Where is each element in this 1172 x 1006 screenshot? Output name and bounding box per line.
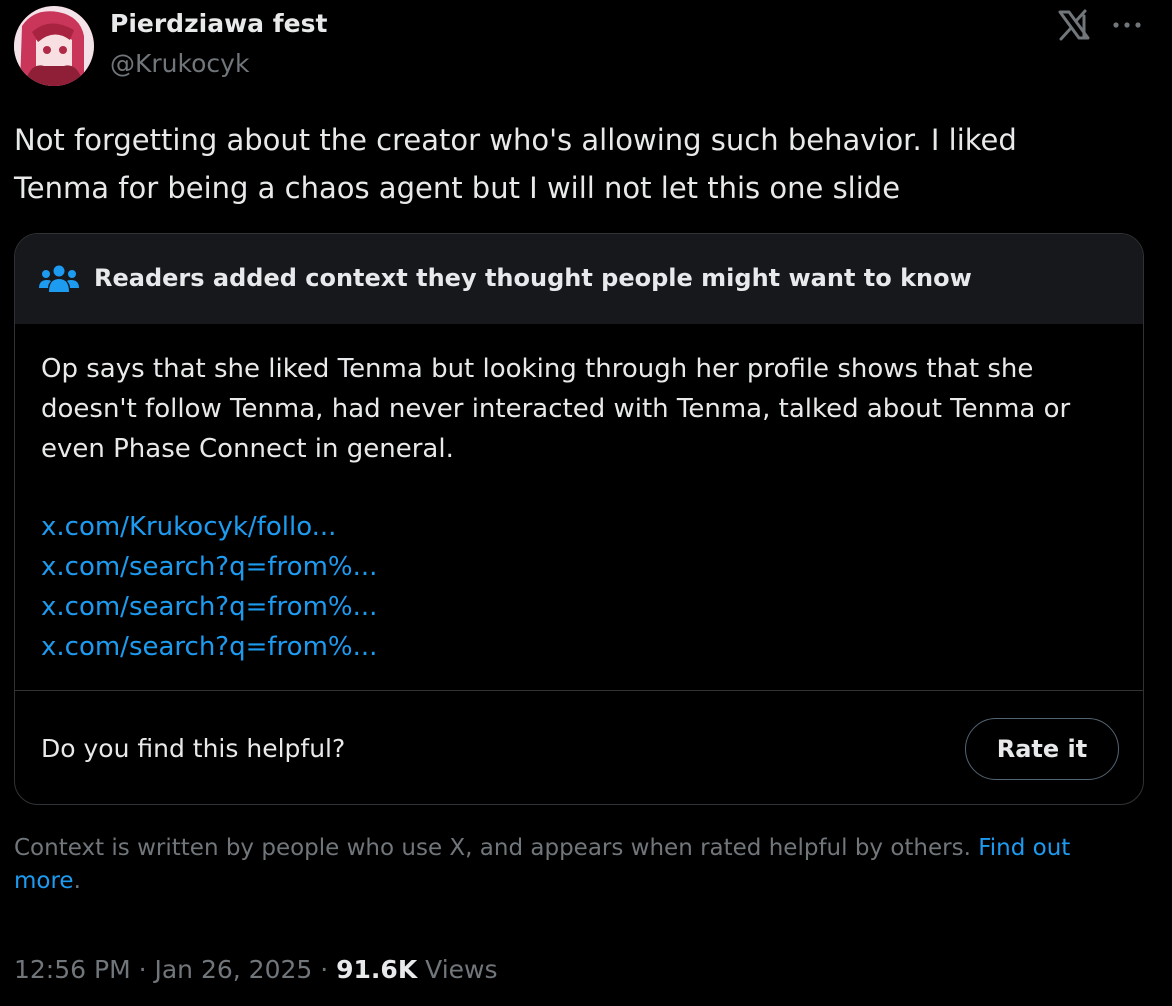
helpful-question: Do you find this helpful? — [41, 734, 346, 763]
context-disclaimer: Context is written by people who use X, … — [14, 832, 1134, 898]
tweet-date[interactable]: Jan 26, 2025 — [154, 955, 312, 984]
author-name[interactable]: Pierdziawa fest — [110, 9, 327, 38]
avatar[interactable] — [14, 6, 94, 86]
divider — [15, 690, 1143, 691]
community-note-body: Op says that she liked Tenma but looking… — [41, 354, 1071, 464]
disclaimer-text: Context is written by people who use X, … — [14, 835, 971, 861]
more-icon[interactable] — [1110, 10, 1144, 40]
community-note-card: Readers added context they thought peopl… — [14, 233, 1144, 805]
community-note-links: x.com/Krukocyk/follo... x.com/search?q=f… — [41, 507, 377, 667]
note-source-link[interactable]: x.com/search?q=from%... — [41, 547, 377, 587]
rate-it-button[interactable]: Rate it — [965, 718, 1119, 780]
meta-separator: · — [130, 955, 155, 984]
community-note-header: Readers added context they thought peopl… — [15, 234, 1143, 324]
x-logo-icon[interactable] — [1057, 8, 1091, 42]
community-note-title: Readers added context they thought peopl… — [94, 264, 972, 292]
tweet-time[interactable]: 12:56 PM — [14, 955, 131, 984]
note-source-link[interactable]: x.com/Krukocyk/follo... — [41, 507, 377, 547]
tweet-text: Not forgetting about the creator who's a… — [14, 123, 1017, 205]
views-count: 91.6K — [336, 955, 418, 984]
disclaimer-period: . — [73, 868, 81, 894]
meta-separator: · — [312, 955, 337, 984]
views-label: Views — [425, 955, 498, 984]
note-source-link[interactable]: x.com/search?q=from%... — [41, 627, 377, 667]
note-source-link[interactable]: x.com/search?q=from%... — [41, 587, 377, 627]
people-icon — [39, 265, 79, 292]
author-handle[interactable]: @Krukocyk — [110, 49, 249, 78]
tweet-meta: 12:56 PM · Jan 26, 2025 · 91.6K Views — [14, 955, 498, 984]
